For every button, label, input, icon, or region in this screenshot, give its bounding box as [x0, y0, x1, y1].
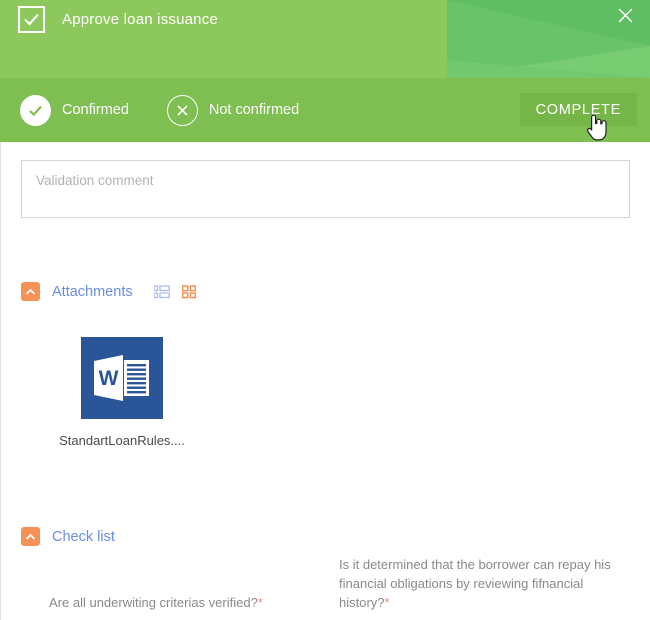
checklist-question-2-text: Is it determined that the borrower can r… [339, 557, 611, 610]
check-circle-icon [20, 94, 51, 126]
header-title-group: Approve loan issuance [18, 6, 218, 33]
checklist-question-1-text: Are all underwiting criterias verified? [49, 595, 258, 610]
chevron-up-icon[interactable] [21, 282, 40, 301]
checkbox-checked-icon [18, 6, 45, 33]
attachment-filename: StandartLoanRules.... [59, 433, 185, 448]
page-title: Approve loan issuance [62, 11, 218, 28]
checklist-field-2: Is it determined that the borrower can r… [326, 555, 650, 620]
attachments-view-toggle [153, 284, 197, 299]
option-not-confirmed[interactable]: Not confirmed [166, 94, 300, 126]
required-marker: * [257, 595, 263, 610]
checklist-field-1: Are all underwiting criterias verified?*… [1, 555, 326, 620]
checklist-question-2-label: Is it determined that the borrower can r… [339, 555, 629, 612]
checklist-fields: Are all underwiting criterias verified?*… [1, 555, 650, 620]
required-marker: * [384, 595, 390, 610]
x-circle-icon [166, 94, 198, 126]
list-view-icon[interactable] [153, 284, 170, 299]
svg-text:W: W [99, 367, 119, 390]
checklist-question-1-label: Are all underwiting criterias verified?* [49, 593, 304, 612]
close-icon[interactable] [612, 2, 638, 28]
complete-button[interactable]: COMPLETE [519, 93, 637, 126]
chevron-up-icon[interactable] [21, 527, 40, 546]
attachments-title[interactable]: Attachments [52, 284, 133, 300]
validation-action-bar: Confirmed Not confirmed COMPLETE [0, 78, 650, 142]
attachment-item[interactable]: W StandartLoanRules.... [57, 337, 187, 448]
attachments-section-header: Attachments [21, 282, 197, 301]
word-document-icon: W [81, 337, 163, 419]
panel-body: Attachments [0, 142, 650, 620]
grid-view-icon[interactable] [181, 284, 197, 299]
panel-header: Approve loan issuance [0, 0, 650, 78]
option-confirmed[interactable]: Confirmed [20, 94, 129, 126]
checklist-section-header: Check list [21, 527, 115, 546]
option-not-confirmed-label: Not confirmed [208, 102, 300, 118]
validation-comment-input[interactable] [21, 160, 630, 218]
checklist-title[interactable]: Check list [52, 529, 115, 545]
task-validation-panel: Approve loan issuance Confirmed Not conf… [0, 0, 650, 620]
attachments-grid: W StandartLoanRules.... [57, 337, 187, 448]
option-confirmed-label: Confirmed [62, 102, 129, 118]
